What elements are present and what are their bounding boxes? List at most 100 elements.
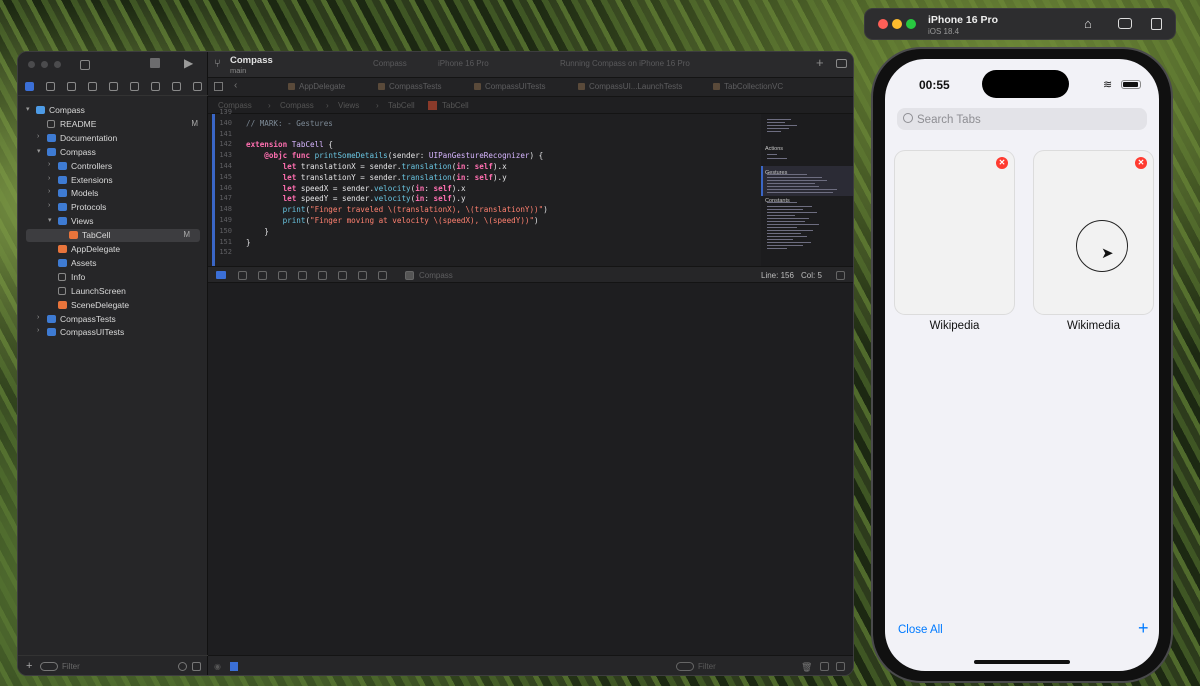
zoom-window-button[interactable]	[906, 19, 916, 29]
view-hierarchy-icon[interactable]	[318, 271, 327, 280]
disclosure-closed-icon[interactable]: ›	[37, 327, 39, 334]
file-tree-row[interactable]: › Models	[18, 187, 208, 200]
debug-area-toggle-icon[interactable]	[216, 271, 226, 279]
stop-button[interactable]	[150, 58, 160, 68]
minimap-line	[767, 239, 793, 240]
step-out-icon[interactable]	[298, 271, 307, 280]
source-control-icon[interactable]	[46, 82, 55, 91]
file-tree-label: Extensions	[71, 174, 113, 185]
close-all-button[interactable]: Close All	[898, 624, 943, 636]
panel-toggle-icon[interactable]	[836, 271, 845, 280]
add-file-button[interactable]: +	[26, 660, 32, 672]
file-tree-row[interactable]: ▾ Compass	[18, 104, 208, 117]
file-tree-row[interactable]: ▾ Views	[18, 215, 208, 228]
split-right-icon[interactable]	[836, 662, 845, 671]
file-tree-row[interactable]: › Controllers	[18, 160, 208, 173]
source-editor[interactable]: 139 140 141 142 143 144 145 146 147 148 149 150 151 1…	[208, 108, 673, 266]
sidebar-toggle-icon[interactable]	[80, 60, 90, 70]
folder-icon	[58, 161, 67, 170]
breakpoint-icon[interactable]	[172, 82, 181, 91]
file-tab-compasstests[interactable]: CompassTests	[378, 82, 441, 91]
back-arrow-icon[interactable]: ‹	[234, 80, 237, 91]
file-tab-tabcollectionvc[interactable]: TabCollectionVC	[713, 82, 783, 91]
jumpbar-item[interactable]: TabCell	[442, 101, 469, 110]
report-icon[interactable]	[193, 82, 202, 91]
minimize-window-button[interactable]	[892, 19, 902, 29]
disclosure-closed-icon[interactable]: ›	[37, 133, 39, 140]
run-button[interactable]: ▶	[184, 56, 193, 70]
file-tree-row[interactable]: › CompassUITests	[18, 326, 208, 339]
file-tree-row[interactable]: › Protocols	[18, 201, 208, 214]
disclosure-closed-icon[interactable]: ›	[37, 314, 39, 321]
disclosure-closed-icon[interactable]: ›	[48, 161, 50, 168]
file-tab-appdelegate[interactable]: AppDelegate	[288, 82, 345, 91]
disclosure-open-icon[interactable]: ▾	[48, 216, 52, 224]
close-window-button[interactable]	[878, 19, 888, 29]
disclosure-closed-icon[interactable]: ›	[48, 175, 50, 182]
recent-files-icon[interactable]	[178, 662, 187, 671]
home-icon[interactable]: ⌂	[1084, 16, 1092, 31]
rotate-icon[interactable]	[1151, 18, 1162, 30]
code-line: let translationX = sender.translation(in…	[282, 162, 507, 171]
file-tree-label: Views	[71, 216, 94, 227]
tab-card-wikipedia[interactable]: ✕	[895, 151, 1014, 314]
disclosure-closed-icon[interactable]: ›	[48, 188, 50, 195]
file-tab-launchtests[interactable]: CompassUI...LaunchTests	[578, 82, 682, 91]
close-tab-icon[interactable]: ✕	[1135, 157, 1147, 169]
test-icon[interactable]	[130, 82, 139, 91]
eye-icon[interactable]: ◉	[214, 662, 221, 671]
file-tab-compassuitests[interactable]: CompassUITests	[474, 82, 545, 91]
zoom-window-button[interactable]	[54, 61, 61, 68]
find-icon[interactable]	[88, 82, 97, 91]
console-filter-input[interactable]: Filter	[698, 662, 716, 671]
issue-icon[interactable]	[109, 82, 118, 91]
disclosure-closed-icon[interactable]: ›	[48, 202, 50, 209]
minimize-window-button[interactable]	[41, 61, 48, 68]
trash-icon[interactable]: 🗑	[801, 662, 812, 673]
file-tree-row[interactable]: TabCell M	[26, 229, 200, 243]
file-tree-row[interactable]: AppDelegate	[18, 243, 208, 256]
disclosure-open-icon[interactable]: ▾	[37, 147, 41, 155]
jumpbar-item[interactable]: Views	[338, 101, 359, 110]
console-toggle-icon[interactable]	[230, 662, 238, 671]
add-tab-button[interactable]: +	[1138, 618, 1149, 639]
disclosure-open-icon[interactable]: ▾	[26, 105, 30, 113]
minimap-line	[767, 242, 811, 243]
search-input[interactable]: Search Tabs	[917, 114, 981, 126]
step-over-icon[interactable]	[258, 271, 267, 280]
destination-selector[interactable]: iPhone 16 Pro	[438, 59, 489, 68]
minimap-line	[767, 215, 795, 216]
file-tree-row[interactable]: › CompassTests	[18, 313, 208, 326]
folder-icon[interactable]	[25, 82, 34, 91]
memory-graph-icon[interactable]	[338, 271, 347, 280]
inspector-toggle-icon[interactable]	[836, 59, 847, 68]
jumpbar-item[interactable]: TabCell	[388, 101, 415, 110]
scheme-selector[interactable]: Compass	[373, 59, 407, 68]
debug-icon[interactable]	[151, 82, 160, 91]
scheme-title[interactable]: Compass	[230, 55, 273, 66]
file-tree-row[interactable]: SceneDelegate	[18, 299, 208, 312]
library-add-button[interactable]: +	[816, 55, 824, 70]
pause-icon[interactable]	[238, 271, 247, 280]
file-tree-row[interactable]: README M	[18, 118, 208, 131]
environment-icon[interactable]	[358, 271, 367, 280]
split-left-icon[interactable]	[820, 662, 829, 671]
file-tree-row[interactable]: ▾ Compass	[18, 146, 208, 159]
source-control-filter-icon[interactable]	[192, 662, 201, 671]
related-items-icon[interactable]	[214, 82, 223, 91]
close-tab-icon[interactable]: ✕	[996, 157, 1008, 169]
file-tree-row[interactable]: › Documentation	[18, 132, 208, 145]
console-area[interactable]	[208, 283, 853, 655]
step-in-icon[interactable]	[278, 271, 287, 280]
file-tree-row[interactable]: › Extensions	[18, 174, 208, 187]
symbol-icon[interactable]	[67, 82, 76, 91]
jumpbar-item[interactable]: Compass	[280, 101, 314, 110]
minimap[interactable]: Actions Gestures Constants	[761, 114, 853, 266]
file-tree-row[interactable]: LaunchScreen	[18, 285, 208, 298]
screenshot-icon[interactable]	[1118, 18, 1132, 29]
location-icon[interactable]	[378, 271, 387, 280]
file-tree-row[interactable]: Info	[18, 271, 208, 284]
close-window-button[interactable]	[28, 61, 35, 68]
file-tree-row[interactable]: Assets	[18, 257, 208, 270]
navigator-filter-input[interactable]: Filter	[62, 662, 80, 671]
